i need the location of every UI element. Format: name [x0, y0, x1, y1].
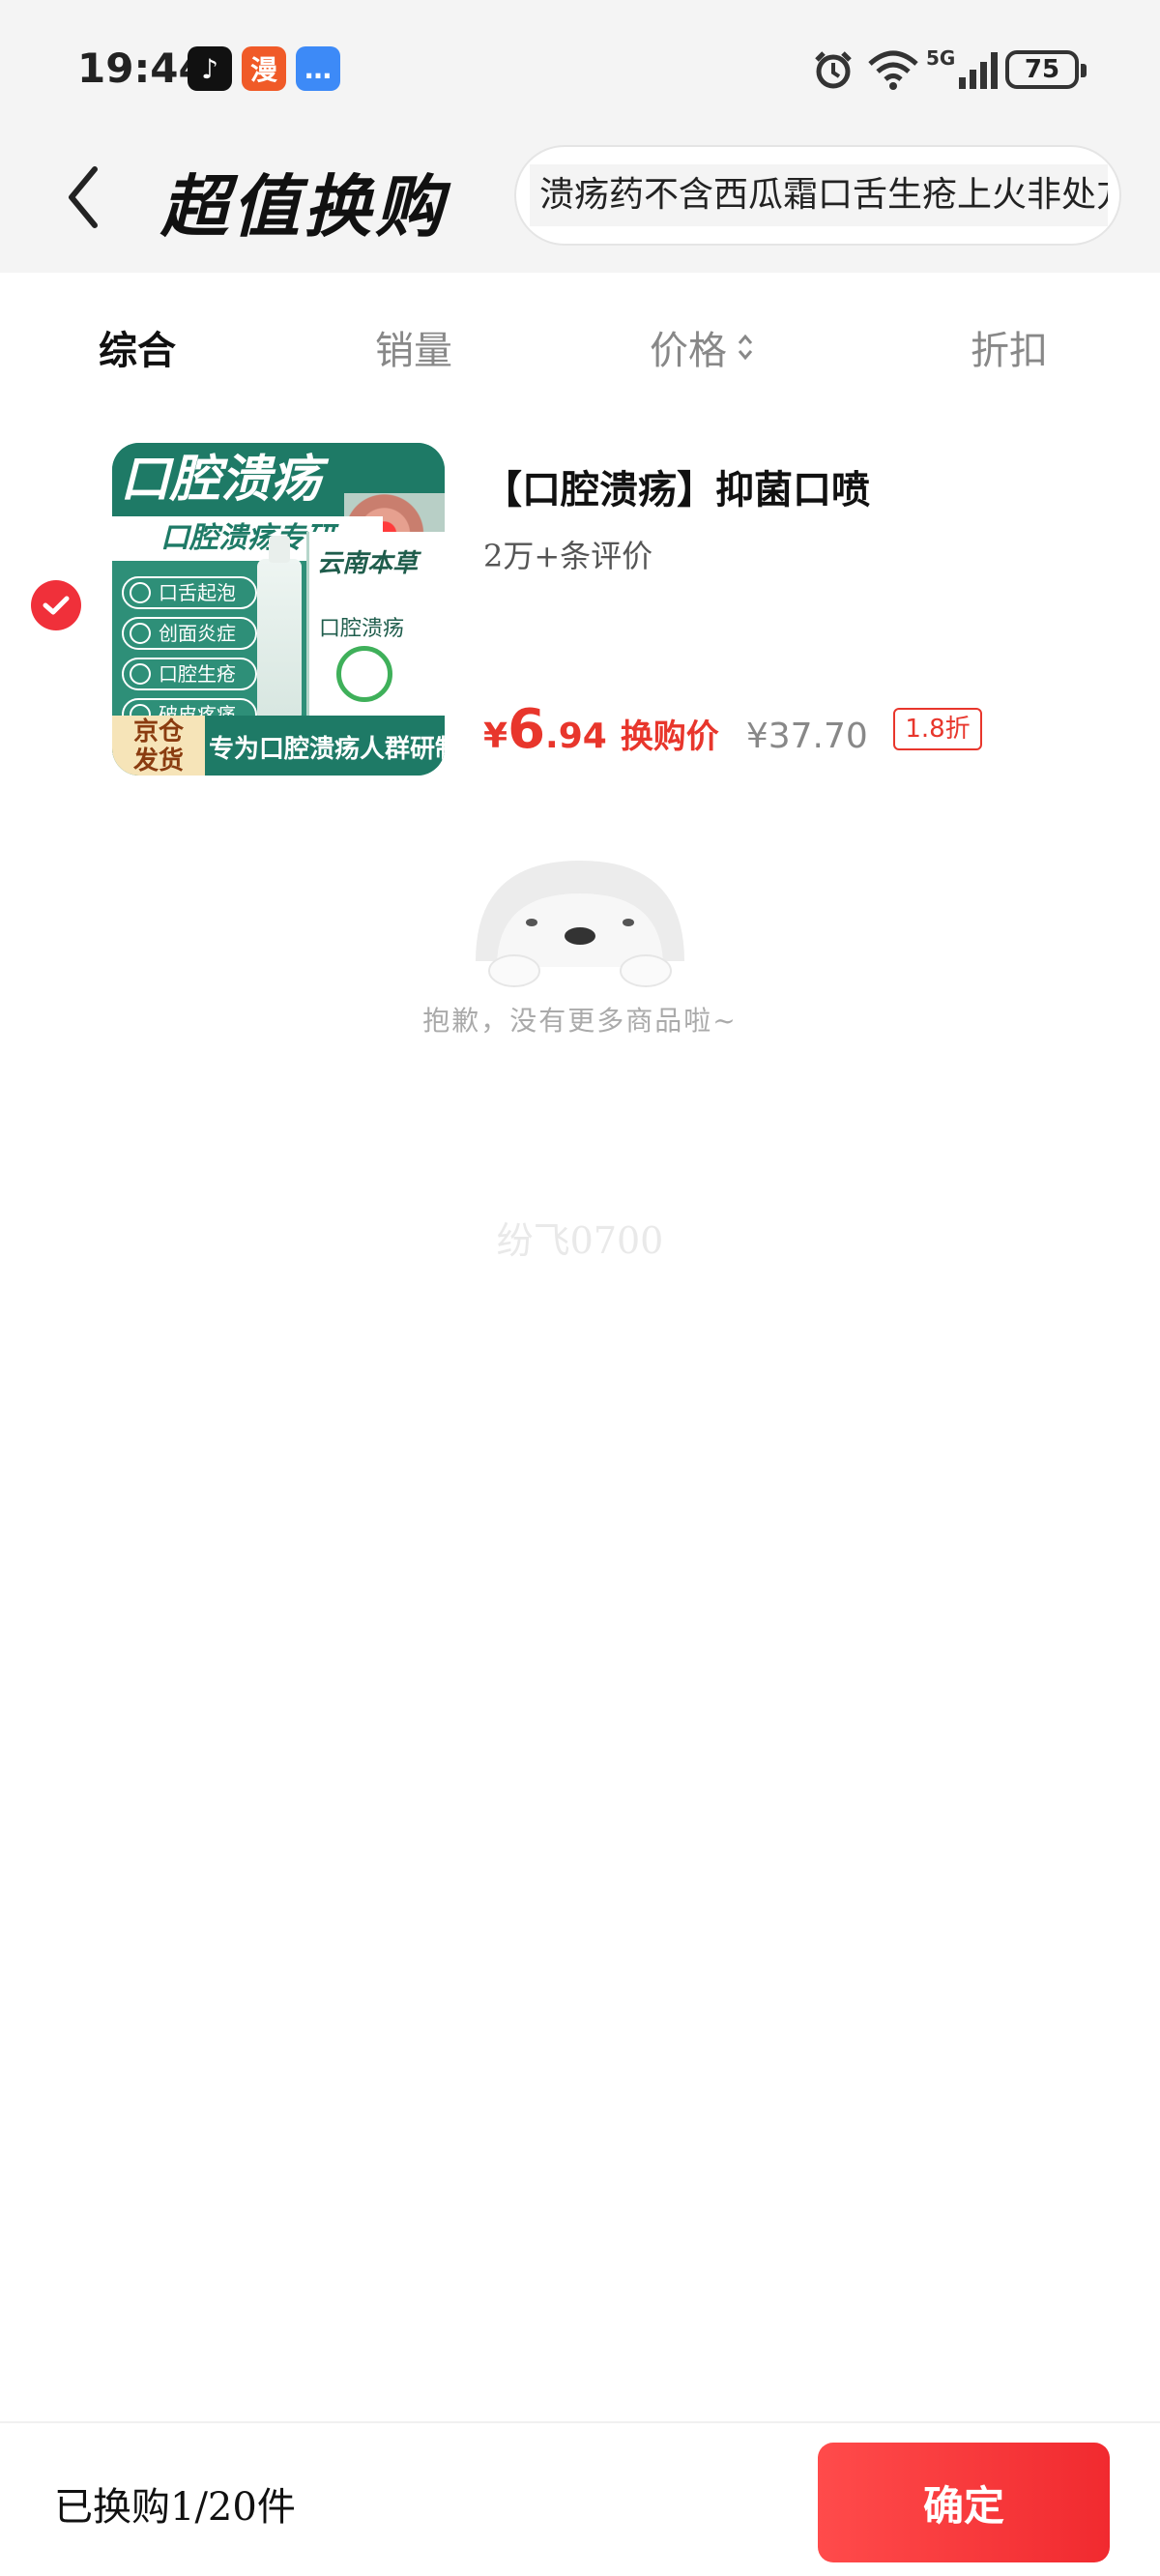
confirm-button[interactable]: 确定 — [818, 2443, 1110, 2562]
box-name: 口腔溃疡 — [319, 617, 405, 641]
wifi-icon — [866, 46, 920, 93]
selected-checkbox[interactable] — [31, 580, 81, 630]
battery-level: 75 — [1024, 55, 1060, 84]
empty-state-message: 抱歉，没有更多商品啦~ — [422, 1005, 738, 1037]
feature-tag: 口腔生疮 — [122, 658, 257, 690]
status-bar: 19:44 ♪ 漫 … 5G 75 — [0, 0, 1160, 135]
empty-state-dog-icon — [468, 855, 692, 990]
tab-label: 销量 — [375, 329, 452, 373]
tab-comprehensive[interactable]: 综合 — [99, 319, 176, 375]
sort-arrows-icon — [737, 331, 754, 364]
page-title: 超值换购 — [160, 167, 447, 247]
exchange-count: 已换购1/20件 — [54, 2485, 296, 2530]
tab-price[interactable]: 价格 — [650, 319, 754, 375]
header: 超值换购 溃疡药不含西瓜霜口舌生疮上火非处方 — [0, 135, 1160, 273]
feature-tag: 创面炎症 — [122, 617, 257, 650]
product-image[interactable]: 口腔溃疡 口腔溃疡专研 口舌起泡 创面炎症 口腔生疮 破皮疼痛 云南本草 口腔溃… — [112, 443, 445, 776]
tab-label: 综合 — [99, 328, 176, 373]
check-icon — [43, 596, 70, 615]
sort-tabs: 综合 销量 价格 折扣 — [0, 273, 1160, 418]
chevron-left-icon — [69, 166, 98, 228]
battery-icon: 75 — [1005, 50, 1087, 89]
search-box[interactable]: 溃疡药不含西瓜霜口舌生疮上火非处方 — [514, 145, 1121, 246]
spray-bottle-illustration — [257, 536, 302, 721]
price-row: ¥ 6 .94 换购价 ¥37.70 — [483, 698, 868, 766]
price-integer: 6 — [508, 698, 546, 761]
product-box-illustration: 云南本草 口腔溃疡 — [309, 532, 445, 721]
feature-tag: 口舌起泡 — [122, 576, 257, 609]
tiktok-icon: ♪ — [188, 46, 232, 91]
tab-discount[interactable]: 折扣 — [971, 319, 1048, 375]
bottom-bar: 已换购1/20件 确定 — [0, 2421, 1160, 2576]
price-label: 换购价 — [620, 717, 719, 756]
network-type-label: 5G — [926, 46, 956, 70]
price-decimal: .94 — [545, 717, 607, 756]
warehouse-badge-line: 京仓 — [132, 717, 184, 746]
product-reviews: 2万+条评价 — [483, 538, 653, 574]
message-app-icon: … — [296, 46, 340, 91]
tab-sales[interactable]: 销量 — [375, 319, 452, 375]
product-title[interactable]: 【口腔溃疡】抑菌口喷 — [483, 458, 870, 514]
product-card[interactable]: 口腔溃疡 口腔溃疡专研 口舌起泡 创面炎症 口腔生疮 破皮疼痛 云南本草 口腔溃… — [0, 435, 1160, 783]
back-button[interactable] — [54, 159, 112, 236]
original-price: ¥37.70 — [745, 717, 868, 756]
alarm-icon — [812, 46, 855, 93]
tab-label: 价格 — [650, 329, 727, 373]
currency-symbol: ¥ — [483, 717, 508, 756]
warehouse-badge: 京仓 发货 — [112, 716, 205, 776]
manga-app-icon: 漫 — [242, 46, 286, 91]
image-footer-text: 专为口腔溃疡人群研制 — [209, 735, 445, 764]
search-query-text[interactable]: 溃疡药不含西瓜霜口舌生疮上火非处方 — [530, 164, 1108, 226]
watermark: 纷飞0700 — [496, 1219, 664, 1262]
top-area: 19:44 ♪ 漫 … 5G 75 超值换购 溃疡药不含西瓜霜口舌生疮上火非处方 — [0, 0, 1160, 273]
discount-badge: 1.8折 — [893, 708, 982, 750]
signal-5g-icon: 5G — [926, 46, 1005, 93]
box-seal-icon — [336, 646, 392, 702]
image-footer: 京仓 发货 专为口腔溃疡人群研制 — [112, 716, 445, 776]
warehouse-badge-line: 发货 — [132, 746, 184, 776]
box-brand: 云南本草 — [317, 549, 419, 578]
tab-label: 折扣 — [971, 329, 1048, 373]
